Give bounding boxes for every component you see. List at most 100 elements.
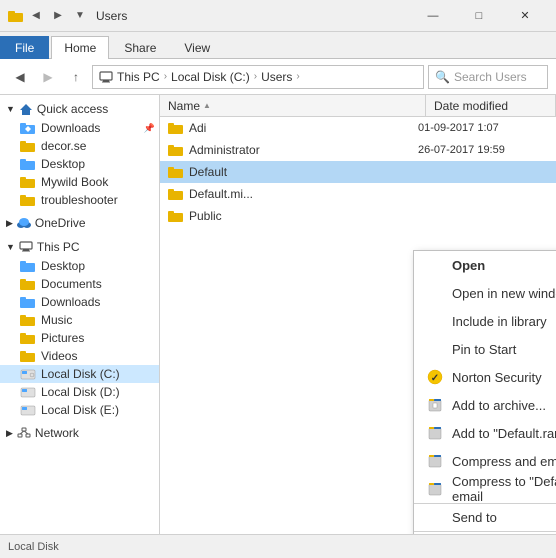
ctx-pin-label: Pin to Start [452, 342, 556, 357]
close-button[interactable]: ✕ [502, 0, 548, 32]
sort-arrow: ▲ [203, 101, 211, 110]
forward-button[interactable]: ▶ [36, 65, 60, 89]
sidebar-item-pc-desktop[interactable]: Desktop [0, 257, 159, 275]
search-icon: 🔍 [435, 70, 450, 84]
ctx-cut[interactable]: Cut [414, 531, 556, 534]
ctx-pin-icon [426, 340, 444, 358]
sidebar-localdisk-d-label: Local Disk (D:) [41, 385, 120, 399]
network-icon [17, 427, 31, 439]
path-computer-icon [99, 71, 113, 83]
sidebar-pc-downloads-label: Downloads [41, 295, 100, 309]
up-button[interactable]: ↑ [64, 65, 88, 89]
col-date-header[interactable]: Date modified [426, 95, 556, 116]
localdisk-e-icon [20, 404, 36, 417]
localdisk-d-icon [20, 386, 36, 399]
tab-view[interactable]: View [171, 36, 223, 59]
file-row-administrator[interactable]: Administrator 26-07-2017 19:59 [160, 139, 556, 161]
sidebar-mywyldbook-label: Mywild Book [41, 175, 108, 189]
sidebar-network-header[interactable]: ▶ Network [0, 423, 159, 443]
ctx-norton[interactable]: ✓ Norton Security ► [414, 363, 556, 391]
svg-text:✓: ✓ [431, 373, 439, 384]
sidebar-localdisk-e-label: Local Disk (E:) [41, 403, 119, 417]
sidebar-item-localdisk-c[interactable]: Local Disk (C:) [0, 365, 159, 383]
sidebar-item-downloads[interactable]: Downloads 📌 [0, 119, 159, 137]
titlebar-folder-icon [8, 9, 24, 23]
ctx-open[interactable]: Open [414, 251, 556, 279]
ctx-open-label: Open [452, 258, 556, 273]
file-row-default[interactable]: Default [160, 161, 556, 183]
ctx-open-icon [426, 256, 444, 274]
ctx-add-archive[interactable]: Add to archive... [414, 391, 556, 419]
sidebar-item-music[interactable]: Music [0, 311, 159, 329]
chevron-right-icon: ▶ [6, 218, 13, 229]
sidebar-thispc-label: This PC [37, 240, 80, 254]
ctx-compress-email[interactable]: Compress and email... [414, 447, 556, 475]
file-cell-admin-name: Administrator [168, 143, 418, 157]
sidebar-onedrive-header[interactable]: ▶ OneDrive [0, 213, 159, 233]
file-cell-adi-name: Adi [168, 121, 418, 135]
col-name-header[interactable]: Name ▲ [160, 95, 426, 116]
status-bar: Local Disk [0, 534, 556, 558]
file-row-public[interactable]: Public [160, 205, 556, 227]
ribbon-tabs: File Home Share View [0, 32, 556, 58]
back-button[interactable]: ◀ [8, 65, 32, 89]
search-placeholder: Search Users [454, 70, 527, 84]
sidebar-quick-access-header[interactable]: ▼ Quick access [0, 99, 159, 119]
sidebar-downloads-label: Downloads [41, 121, 100, 135]
decorse-folder-icon [20, 140, 36, 153]
ctx-add-default-rar[interactable]: Add to "Default.rar" [414, 419, 556, 447]
path-segment-thispc[interactable]: This PC [117, 70, 160, 84]
sidebar-item-videos[interactable]: Videos [0, 347, 159, 365]
quick-access-back[interactable]: ◀ [26, 6, 46, 26]
search-box[interactable]: 🔍 Search Users [428, 65, 548, 89]
titlebar-quick-access: ◀ ▶ ▼ [8, 6, 90, 26]
pc-desktop-icon [20, 260, 36, 273]
tab-share[interactable]: Share [111, 36, 169, 59]
file-cell-public-name: Public [168, 209, 418, 223]
videos-icon [20, 350, 36, 363]
ctx-include-label: Include in library [452, 314, 556, 329]
ctx-send-to[interactable]: Send to ► [414, 503, 556, 531]
desktop-folder-icon [20, 158, 36, 171]
ctx-compress-rar-icon [426, 480, 444, 498]
path-segment-users[interactable]: Users [261, 70, 292, 84]
sidebar-item-localdisk-e[interactable]: Local Disk (E:) [0, 401, 159, 419]
ctx-norton-icon: ✓ [426, 368, 444, 386]
documents-icon [20, 278, 36, 291]
sidebar-thispc-header[interactable]: ▼ This PC [0, 237, 159, 257]
path-segment-localdisk[interactable]: Local Disk (C:) [171, 70, 250, 84]
maximize-button[interactable]: □ [456, 0, 502, 32]
sidebar-item-pictures[interactable]: Pictures [0, 329, 159, 347]
file-row-defaultmi[interactable]: Default.mi... [160, 183, 556, 205]
ctx-open-new-window[interactable]: Open in new window [414, 279, 556, 307]
pin-icon: 📌 [144, 123, 155, 134]
sidebar-item-pc-downloads[interactable]: Downloads [0, 293, 159, 311]
tab-file[interactable]: File [0, 36, 49, 59]
sidebar-item-troubleshooter[interactable]: troubleshooter [0, 191, 159, 209]
quick-access-forward[interactable]: ▶ [48, 6, 68, 26]
chevron-down-icon2: ▼ [6, 242, 15, 252]
chevron-down-icon: ▼ [6, 104, 15, 114]
context-menu: Open Open in new window Include in libra… [413, 250, 556, 534]
sidebar-item-desktop[interactable]: Desktop [0, 155, 159, 173]
file-cell-admin-date: 26-07-2017 19:59 [418, 144, 548, 156]
quick-access-dropdown[interactable]: ▼ [70, 6, 90, 26]
sidebar-item-decorse[interactable]: decor.se [0, 137, 159, 155]
sidebar: ▼ Quick access Downloads 📌 decor.se [0, 95, 160, 534]
tab-home[interactable]: Home [51, 36, 109, 59]
minimize-button[interactable]: — [410, 0, 456, 32]
ctx-open-new-label: Open in new window [452, 286, 556, 301]
ctx-include-library[interactable]: Include in library ► [414, 307, 556, 335]
sidebar-item-mywyldbook[interactable]: Mywild Book [0, 173, 159, 191]
localdisk-c-icon [20, 368, 36, 381]
ctx-compress-rar-email[interactable]: Compress to "Default.rar" and email [414, 475, 556, 503]
sidebar-music-label: Music [41, 313, 72, 327]
address-path[interactable]: This PC › Local Disk (C:) › Users › [92, 65, 424, 89]
ctx-pin-start[interactable]: Pin to Start [414, 335, 556, 363]
sidebar-item-documents[interactable]: Documents [0, 275, 159, 293]
sidebar-item-localdisk-d[interactable]: Local Disk (D:) [0, 383, 159, 401]
status-text: Local Disk [8, 541, 59, 553]
window-controls: — □ ✕ [410, 0, 548, 32]
window-title: Users [96, 9, 404, 23]
file-row-adi[interactable]: Adi 01-09-2017 1:07 [160, 117, 556, 139]
